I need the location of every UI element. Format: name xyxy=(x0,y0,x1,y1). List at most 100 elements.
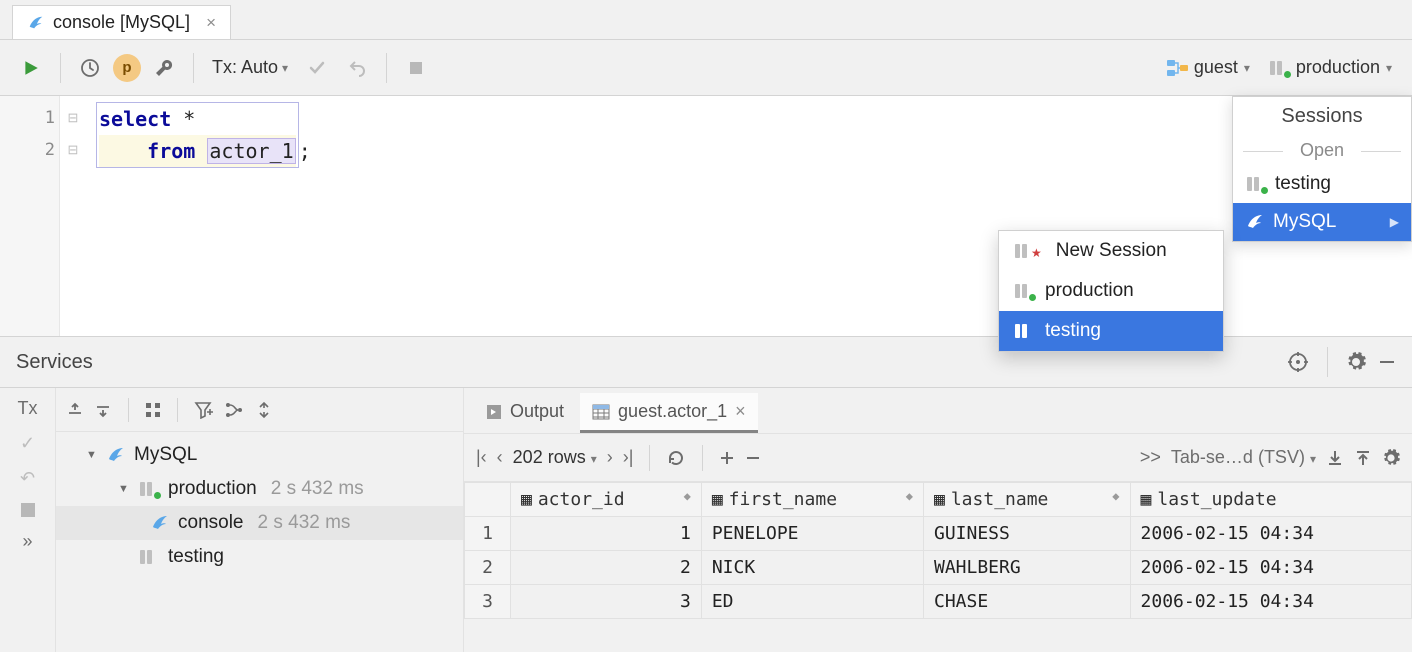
filter-add-icon[interactable] xyxy=(194,401,214,419)
column-header-actor-id[interactable]: ▦actor_id◆ xyxy=(511,483,702,517)
separator xyxy=(386,53,387,83)
cell-first-name[interactable]: ED xyxy=(701,585,923,619)
schema-label: guest xyxy=(1194,57,1238,78)
twisty-open-icon[interactable]: ▼ xyxy=(86,449,98,461)
rownum-cell: 3 xyxy=(465,585,511,619)
result-grid[interactable]: ▦actor_id◆ ▦first_name◆ ▦last_name◆ ▦las… xyxy=(464,482,1412,652)
wrench-icon[interactable] xyxy=(147,51,181,85)
result-tab-actor1[interactable]: guest.actor_1 × xyxy=(580,393,758,433)
tree-node-console[interactable]: console 2 s 432 ms xyxy=(56,506,463,540)
reload-icon[interactable] xyxy=(666,448,686,468)
cell-last-update[interactable]: 2006-02-15 04:34 xyxy=(1130,517,1411,551)
cell-first-name[interactable]: PENELOPE xyxy=(701,517,923,551)
run-icon[interactable] xyxy=(14,51,48,85)
sort-icon[interactable]: ◆ xyxy=(684,489,691,503)
submenu-item-label: testing xyxy=(1045,320,1101,342)
submenu-new-session[interactable]: ★ New Session xyxy=(999,231,1223,271)
add-row-icon[interactable] xyxy=(719,450,735,466)
column-header-first-name[interactable]: ▦first_name◆ xyxy=(701,483,923,517)
submenu-production[interactable]: production xyxy=(999,271,1223,311)
more-label[interactable]: >> xyxy=(1140,447,1161,468)
submenu-testing[interactable]: testing xyxy=(999,311,1223,351)
prev-page-icon[interactable]: ‹ xyxy=(497,447,503,468)
close-icon[interactable]: × xyxy=(206,13,216,33)
cell-last-name[interactable]: CHASE xyxy=(924,585,1131,619)
code-text: * xyxy=(171,107,195,131)
cell-last-name[interactable]: WAHLBERG xyxy=(924,551,1131,585)
download-icon[interactable] xyxy=(1326,449,1344,467)
tree-node-mysql[interactable]: ▼ MySQL xyxy=(56,438,463,472)
session-item-mysql[interactable]: MySQL ▶ xyxy=(1233,203,1411,241)
tree-node-testing[interactable]: testing xyxy=(56,540,463,574)
file-tab-bar: console [MySQL] × xyxy=(0,0,1412,40)
sessions-panel: Sessions Open testing MySQL ▶ xyxy=(1232,96,1412,242)
column-header-last-update[interactable]: ▦last_update xyxy=(1130,483,1411,517)
services-title: Services xyxy=(16,351,93,374)
datasource-icon xyxy=(1013,282,1035,300)
result-toolbar: |‹ ‹ 202 rows ▾ › ›| >> Tab-se…d (TSV) ▾ xyxy=(464,434,1412,482)
tx-label[interactable]: Tx xyxy=(18,398,38,419)
playground-badge[interactable]: p xyxy=(113,54,141,82)
twisty-open-icon[interactable]: ▼ xyxy=(118,483,130,495)
cell-first-name[interactable]: NICK xyxy=(701,551,923,585)
tx-mode-selector[interactable]: Tx: Auto ▾ xyxy=(206,57,294,78)
collapse-all-icon[interactable] xyxy=(94,401,112,419)
split-icon[interactable] xyxy=(254,401,274,419)
branch-icon[interactable] xyxy=(224,401,244,419)
commit-icon[interactable]: ✓ xyxy=(20,433,35,454)
first-page-icon[interactable]: |‹ xyxy=(476,447,487,468)
line-number: 2 xyxy=(0,134,55,166)
table-icon: ▦ xyxy=(1141,489,1152,510)
target-icon[interactable] xyxy=(1287,351,1309,373)
close-icon[interactable]: × xyxy=(735,401,746,422)
table-row[interactable]: 2 2 NICK WAHLBERG 2006-02-15 04:34 xyxy=(465,551,1412,585)
column-header-last-name[interactable]: ▦last_name◆ xyxy=(924,483,1131,517)
submenu-item-label: New Session xyxy=(1056,240,1167,262)
grid-compact-icon[interactable] xyxy=(145,402,161,418)
session-item-label: testing xyxy=(1275,173,1331,195)
history-icon[interactable] xyxy=(73,51,107,85)
gear-icon[interactable] xyxy=(1382,449,1400,467)
table-row[interactable]: 1 1 PENELOPE GUINESS 2006-02-15 04:34 xyxy=(465,517,1412,551)
stop-icon[interactable] xyxy=(21,503,35,517)
cell-actor-id[interactable]: 3 xyxy=(511,585,702,619)
console-icon xyxy=(27,14,45,32)
stop-icon[interactable] xyxy=(399,51,433,85)
new-session-icon: ★ xyxy=(1013,242,1046,260)
tree-node-production[interactable]: ▼ production 2 s 432 ms xyxy=(56,472,463,506)
cell-actor-id[interactable]: 2 xyxy=(511,551,702,585)
sort-icon[interactable]: ◆ xyxy=(906,489,913,503)
table-icon: ▦ xyxy=(521,489,532,510)
schema-selector[interactable]: guest ▾ xyxy=(1160,57,1256,78)
more-icon[interactable]: » xyxy=(22,531,32,552)
fold-end-icon[interactable]: ⊟ xyxy=(60,134,86,166)
fold-start-icon[interactable]: ⊟ xyxy=(60,102,86,134)
commit-icon[interactable] xyxy=(300,51,334,85)
table-row[interactable]: 3 3 ED CHASE 2006-02-15 04:34 xyxy=(465,585,1412,619)
services-tree[interactable]: ▼ MySQL ▼ production 2 s 432 ms console … xyxy=(56,432,463,652)
export-format-selector[interactable]: Tab-se…d (TSV) ▾ xyxy=(1171,447,1316,468)
separator xyxy=(702,445,703,471)
session-item-testing[interactable]: testing xyxy=(1233,165,1411,203)
result-pane: Output guest.actor_1 × |‹ ‹ 202 rows ▾ ›… xyxy=(464,388,1412,652)
last-page-icon[interactable]: ›| xyxy=(623,447,634,468)
upload-icon[interactable] xyxy=(1354,449,1372,467)
next-page-icon[interactable]: › xyxy=(607,447,613,468)
rowcount-selector[interactable]: 202 rows ▾ xyxy=(513,447,597,468)
datasource-selector[interactable]: production ▾ xyxy=(1262,57,1398,78)
rollback-icon[interactable] xyxy=(340,51,374,85)
cell-last-update[interactable]: 2006-02-15 04:34 xyxy=(1130,585,1411,619)
sessions-open-label: Open xyxy=(1233,136,1411,165)
remove-row-icon[interactable] xyxy=(745,450,761,466)
file-tab-label: console [MySQL] xyxy=(53,12,190,33)
cell-actor-id[interactable]: 1 xyxy=(511,517,702,551)
file-tab-console[interactable]: console [MySQL] × xyxy=(12,5,231,39)
minimize-icon[interactable] xyxy=(1378,353,1396,371)
cell-last-update[interactable]: 2006-02-15 04:34 xyxy=(1130,551,1411,585)
cell-last-name[interactable]: GUINESS xyxy=(924,517,1131,551)
sort-icon[interactable]: ◆ xyxy=(1112,489,1119,503)
gear-icon[interactable] xyxy=(1346,352,1366,372)
result-tab-output[interactable]: Output xyxy=(474,393,576,433)
rollback-icon[interactable]: ↶ xyxy=(20,468,35,489)
expand-all-icon[interactable] xyxy=(66,401,84,419)
